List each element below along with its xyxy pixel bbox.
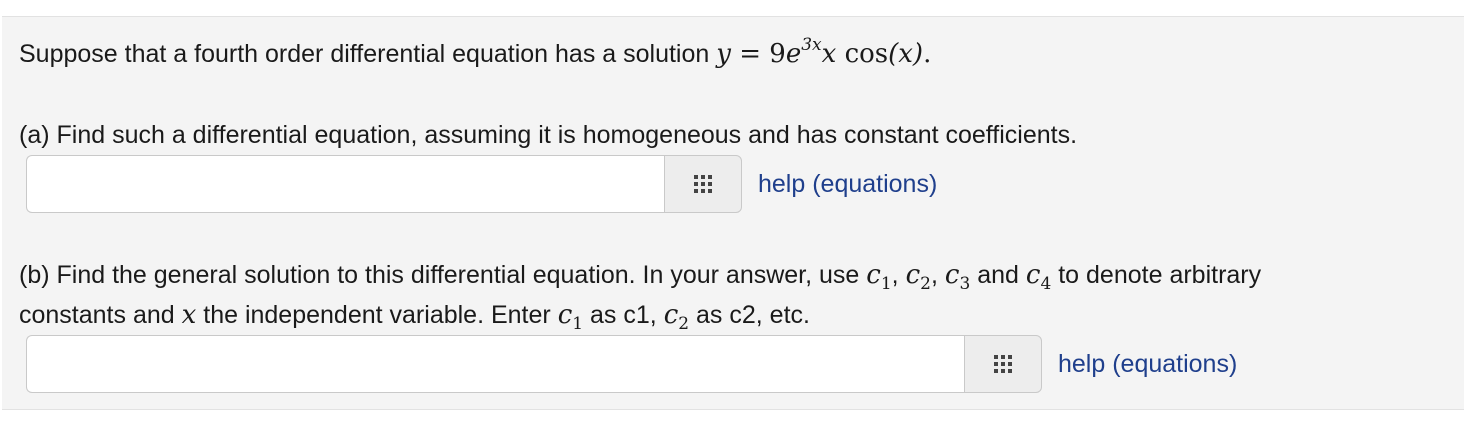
part-a-answer-input[interactable] xyxy=(26,155,664,213)
part-b-help-link[interactable]: help (equations) xyxy=(1058,350,1237,379)
problem-panel: Suppose that a fourth order differential… xyxy=(2,16,1464,410)
solution-expression: y = 9e3xx cos(x). xyxy=(716,35,932,70)
c1-symbol: c1 xyxy=(866,260,892,294)
problem-statement: Suppose that a fourth order differential… xyxy=(19,35,932,70)
part-a-help-link[interactable]: help (equations) xyxy=(758,170,937,199)
part-a-answer-row: help (equations) xyxy=(26,155,937,213)
part-a-prompt: (a) Find such a differential equation, a… xyxy=(19,121,1078,149)
part-a-equation-palette-button[interactable] xyxy=(664,155,742,213)
part-b-equation-palette-button[interactable] xyxy=(964,335,1042,393)
grid-icon xyxy=(994,355,1012,373)
part-b-answer-row: help (equations) xyxy=(26,335,1237,393)
c1-symbol: c1 xyxy=(557,300,584,334)
c3-symbol: c3 xyxy=(944,260,971,294)
c2-symbol: c2 xyxy=(905,260,931,294)
part-b-prompt-line-1: (b) Find the general solution to this di… xyxy=(19,260,1262,294)
c2-symbol: c2 xyxy=(663,300,690,334)
c4-symbol: c4 xyxy=(1025,260,1052,294)
part-b-prompt-line-2: constants and x the independent variable… xyxy=(19,300,810,334)
part-b-answer-input[interactable] xyxy=(26,335,964,393)
intro-text: Suppose that a fourth order differential… xyxy=(19,40,710,68)
x-symbol: x xyxy=(181,300,197,330)
grid-icon xyxy=(694,175,712,193)
